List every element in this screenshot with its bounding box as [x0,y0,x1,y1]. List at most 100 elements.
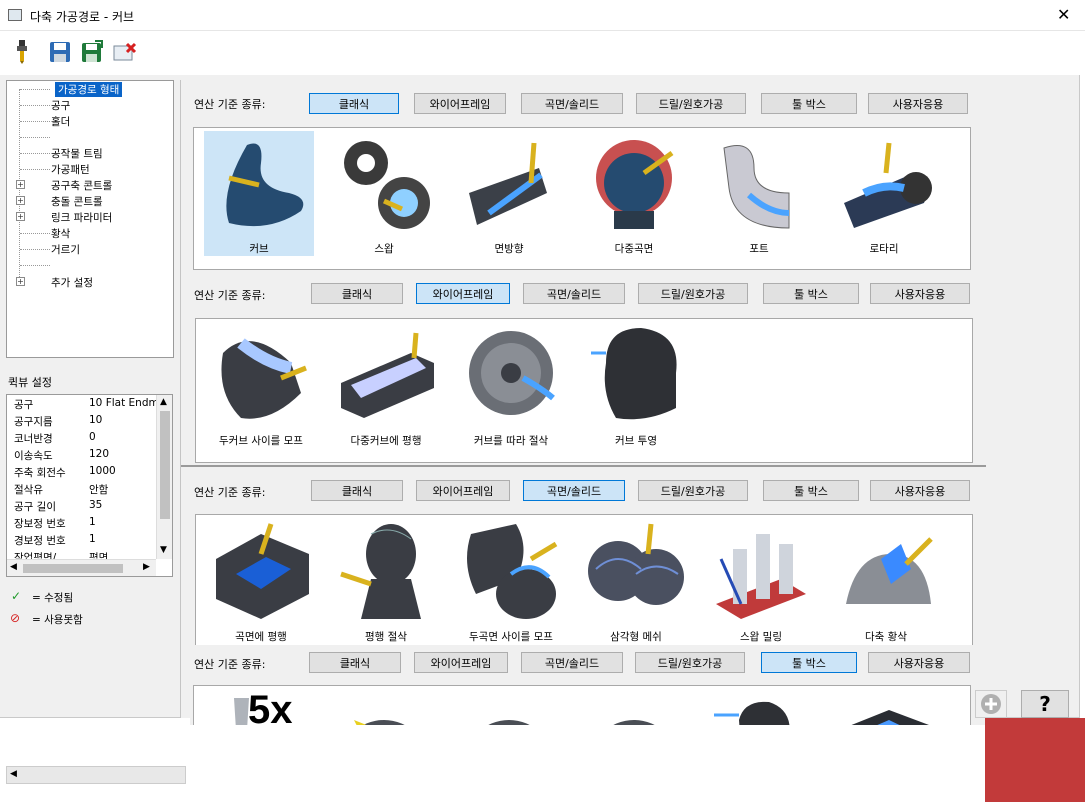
op-flowline[interactable]: 면방향 [454,131,564,256]
op-label: 평행 절삭 [365,631,407,643]
tab-toolbox[interactable]: 툴 박스 [763,283,859,304]
tool-icon[interactable] [10,39,34,65]
tree-item-roughing[interactable]: 황삭 [51,226,70,241]
category-label: 연산 기준 종류: [194,486,266,499]
prop-key: 공구 길이 [14,501,56,513]
tab-classic[interactable]: 클래식 [311,283,403,304]
tab-surface-solid[interactable]: 곡면/솔리드 [523,283,625,304]
category-label: 연산 기준 종류: [194,98,266,111]
scroll-right-icon[interactable]: ▶ [143,562,150,572]
tree-item-cut-pattern[interactable]: 가공패턴 [51,162,90,177]
tab-surface-solid[interactable]: 곡면/솔리드 [521,93,623,114]
op-multisurface[interactable]: 다중곡면 [579,131,689,256]
tab-drill-arc[interactable]: 드릴/원호가공 [635,652,745,673]
op-label: 다중커브에 평행 [350,435,422,447]
tree-item-tool-axis[interactable]: 공구축 콘트롤 [51,178,112,193]
expand-icon[interactable]: + [16,212,25,221]
tree-item-collision[interactable]: 충돌 콘트롤 [51,194,103,209]
tree-item-link-params[interactable]: 링크 파라미터 [51,210,112,225]
prop-value: 1 [89,516,96,528]
save-as-icon[interactable] [80,39,104,65]
tree-item-tool[interactable]: 공구 [51,98,70,113]
op-label: 커브를 따라 절삭 [473,435,549,447]
op-pocket-toolbox[interactable] [829,688,939,725]
expand-icon[interactable]: + [16,180,25,189]
tree-item-additional[interactable]: 추가 설정 [51,275,93,290]
tab-surface-solid[interactable]: 곡면/솔리드 [523,480,625,501]
add-button[interactable] [975,690,1007,718]
tab-wireframe[interactable]: 와이어프레임 [414,652,508,673]
tree-item-stock-trim[interactable]: 공작물 트림 [51,146,103,161]
tab-drill-arc[interactable]: 드릴/원호가공 [638,480,748,501]
op-impeller-1[interactable] [329,688,439,725]
tab-classic[interactable]: 클래식 [309,93,399,114]
op-rotary[interactable]: 로타리 [829,131,939,256]
op-morph-two-curves[interactable]: 두커브 사이를 모프 [206,321,316,447]
op-5x-tool[interactable]: 5x [204,688,314,725]
op-parallel-to-surface[interactable]: 곡면에 평행 [206,517,316,643]
horizontal-scrollbar[interactable]: ◀ ▶ [7,559,156,576]
op-projection-toolbox[interactable] [704,688,814,725]
tree-item-holder[interactable]: 홀더 [51,114,70,129]
scroll-thumb[interactable] [160,411,170,519]
tab-classic[interactable]: 클래식 [309,652,401,673]
section-wireframe: 연산 기준 종류: 클래식 와이어프레임 곡면/솔리드 드릴/원호가공 툴 박스… [181,270,986,465]
op-parallel-cut[interactable]: 평행 절삭 [331,517,441,643]
op-along-curve[interactable]: 커브를 따라 절삭 [456,321,566,447]
tab-surface-solid[interactable]: 곡면/솔리드 [521,652,623,673]
prop-key: 절삭유 [14,484,43,496]
op-morph-two-surfaces[interactable]: 두곡면 사이를 모프 [456,517,566,643]
op-multiaxis-roughing[interactable]: 다축 황삭 [831,517,941,643]
op-port[interactable]: 포트 [704,131,814,256]
tab-classic[interactable]: 클래식 [311,480,403,501]
section-classic: 연산 기준 종류: 클래식 와이어프레임 곡면/솔리드 드릴/원호가공 툴 박스… [181,80,986,270]
tab-drill-arc[interactable]: 드릴/원호가공 [638,283,748,304]
help-button[interactable]: ? [1021,690,1069,718]
tab-wireframe[interactable]: 와이어프레임 [416,480,510,501]
prop-key: 주축 회전수 [14,467,66,479]
expand-icon[interactable]: + [16,196,25,205]
window-title: 다축 가공경로 - 커브 [30,10,135,24]
prop-key: 코너반경 [14,433,53,445]
tab-drill-arc[interactable]: 드릴/원호가공 [636,93,746,114]
prop-key: 장보정 번호 [14,518,66,530]
scroll-thumb[interactable] [23,564,123,573]
scroll-down-icon[interactable]: ▼ [160,545,167,555]
op-label: 포트 [749,243,769,255]
tab-toolbox[interactable]: 툴 박스 [763,480,859,501]
op-curve[interactable]: 커브 [204,131,314,256]
vertical-scrollbar[interactable]: ▲ ▼ [156,395,172,559]
prop-value: 1000 [89,465,116,477]
op-swarf-milling[interactable]: 스왑 밀링 [706,517,816,643]
tab-custom[interactable]: 사용자응용 [870,283,970,304]
tree-item-toolpath-type[interactable]: 가공경로 형태 [55,82,123,97]
tab-toolbox[interactable]: 툴 박스 [761,652,857,673]
save-icon[interactable] [48,39,72,65]
tab-custom[interactable]: 사용자응용 [868,93,968,114]
scroll-left-icon[interactable]: ◀ [10,562,17,572]
scroll-left-icon[interactable]: ◀ [10,769,17,779]
close-button[interactable]: ✕ [1057,5,1070,24]
scroll-up-icon[interactable]: ▲ [160,397,167,407]
op-curve-projection[interactable]: 커브 투영 [581,321,691,447]
op-triangle-mesh[interactable]: 삼각형 메쉬 [581,517,691,643]
title-bar: 다축 가공경로 - 커브 ✕ [0,0,1085,31]
prop-key: 경보정 번호 [14,535,66,547]
tree-item-filter[interactable]: 거르기 [51,242,80,257]
op-swarf[interactable]: 스왑 [329,131,439,256]
section-surface-solid: 연산 기준 종류: 클래식 와이어프레임 곡면/솔리드 드릴/원호가공 툴 박스… [181,465,986,654]
expand-icon[interactable]: + [16,277,25,286]
gallery-toolbox: 5x [193,685,971,725]
op-impeller-3[interactable] [579,688,689,725]
tab-custom[interactable]: 사용자응용 [868,652,970,673]
prop-value: 0 [89,431,96,443]
tab-toolbox[interactable]: 툴 박스 [761,93,857,114]
parameter-tree: 가공경로 형태 공구 홀더 공작물 트림 가공패턴 + 공구축 콘트롤 + 충돌… [6,80,174,358]
delete-icon[interactable] [113,39,137,65]
op-impeller-2[interactable] [454,688,564,725]
tab-wireframe[interactable]: 와이어프레임 [416,283,510,304]
op-parallel-multicurve[interactable]: 다중커브에 평행 [331,321,441,447]
tab-wireframe[interactable]: 와이어프레임 [414,93,506,114]
tab-custom[interactable]: 사용자응용 [870,480,970,501]
horizontal-scrollbar[interactable]: ◀ [6,766,186,784]
